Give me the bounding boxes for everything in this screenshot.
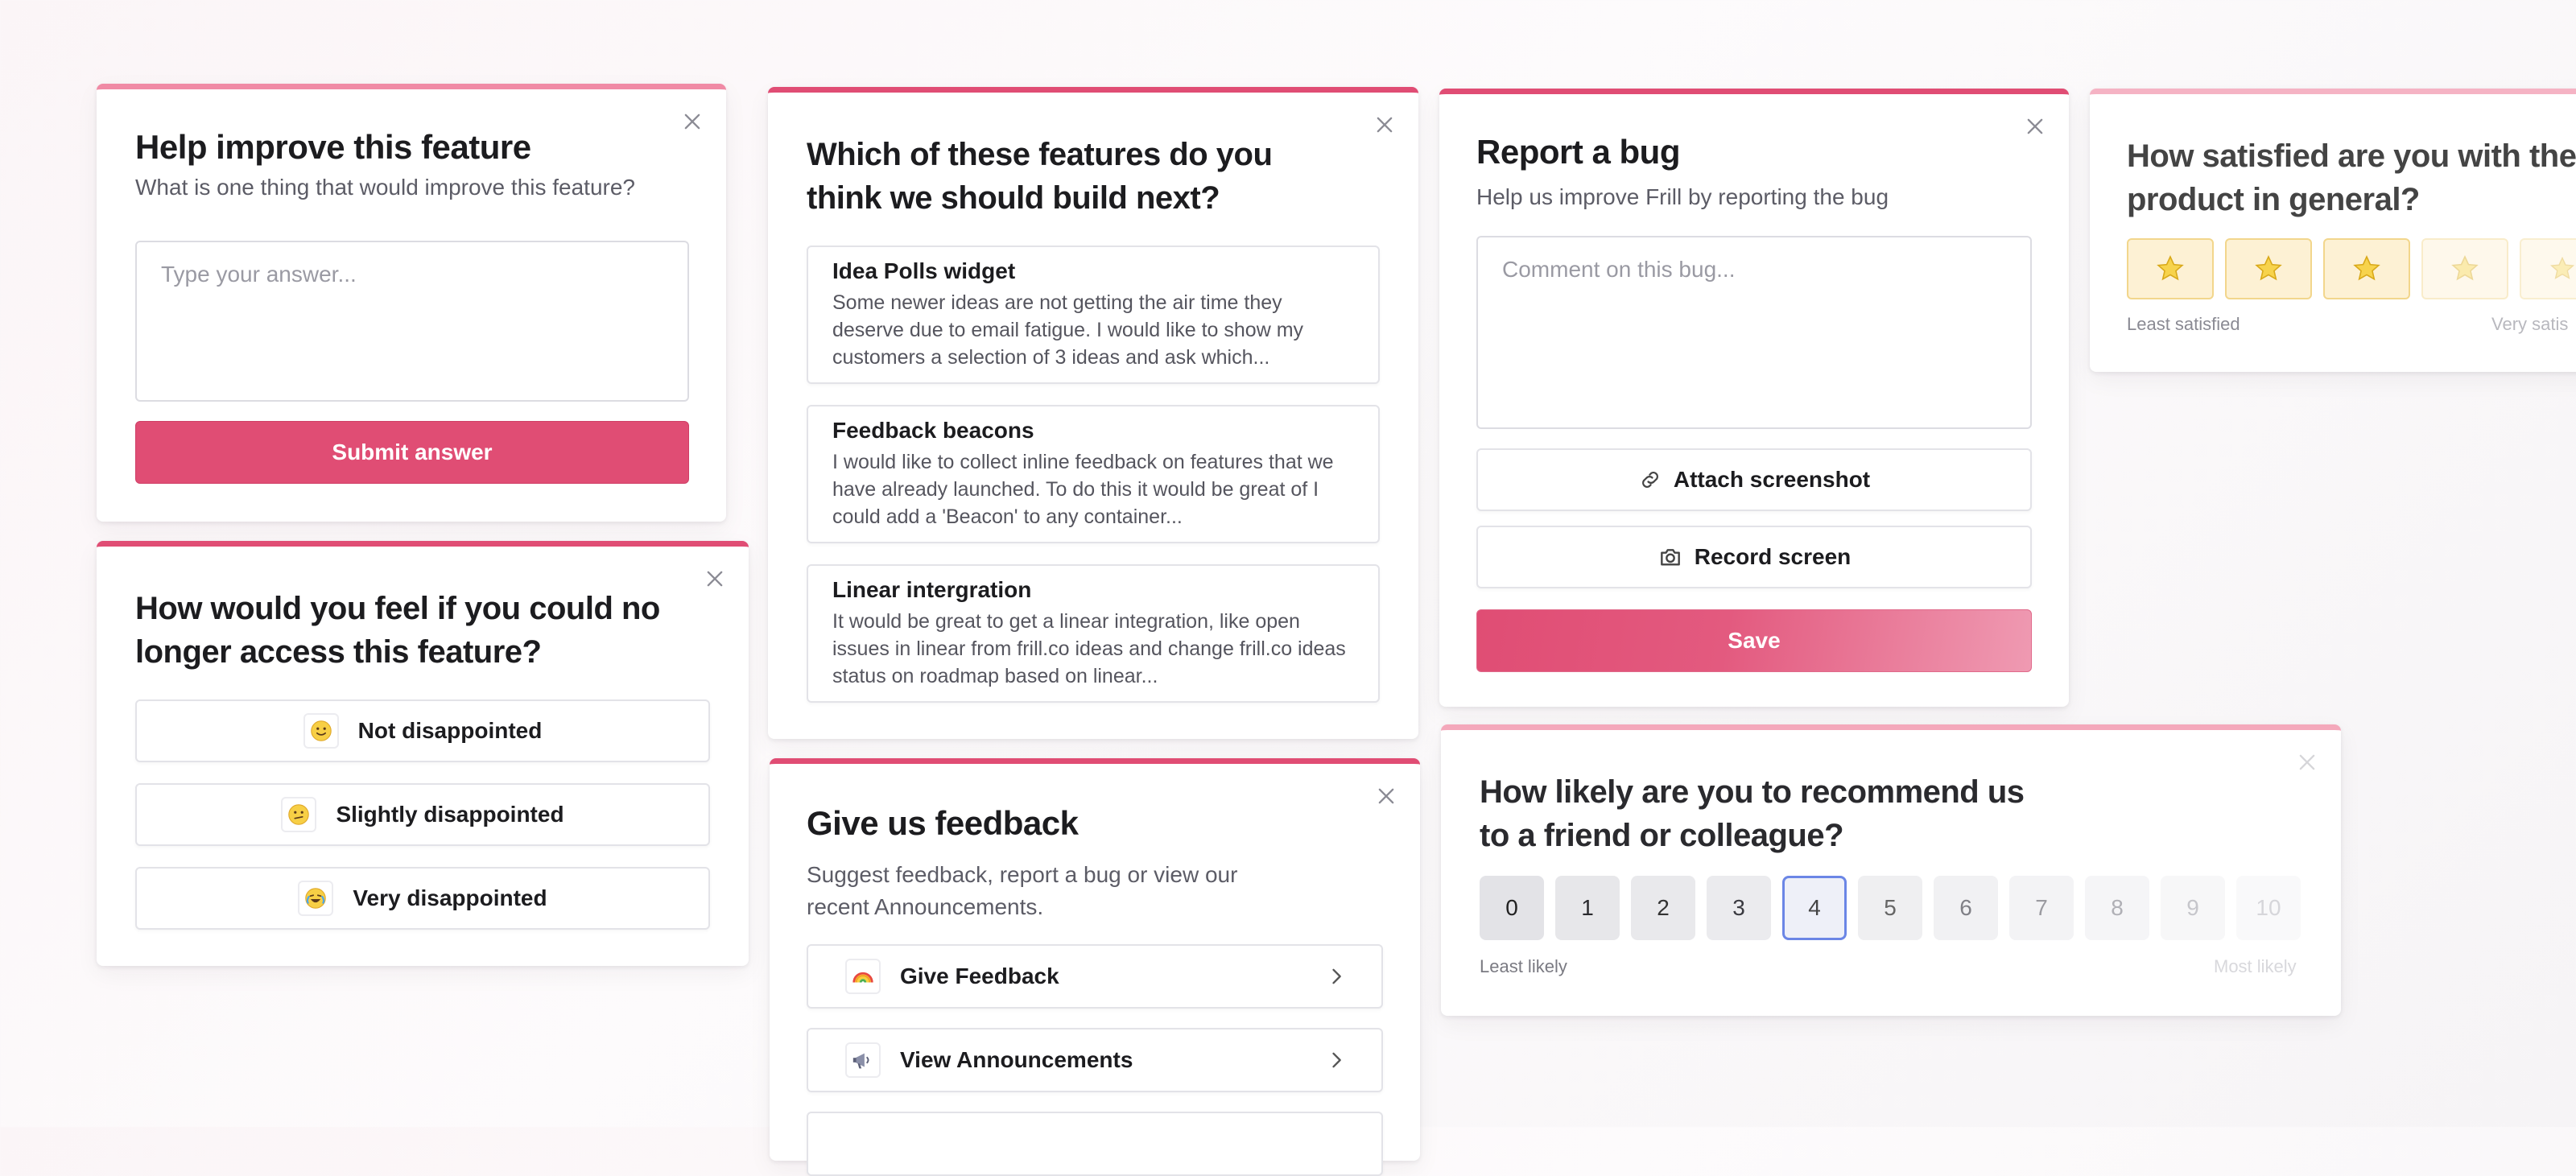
record-screen-button[interactable]: Record screen <box>1476 526 2032 588</box>
feature-description: I would like to collect inline feedback … <box>832 451 1334 528</box>
megaphone-icon <box>845 1042 881 1078</box>
nps-score-4[interactable]: 4 <box>1782 876 1847 940</box>
link-icon <box>1638 468 1662 492</box>
card-title: How would you feel if you could no longe… <box>135 591 660 670</box>
close-icon[interactable] <box>2296 751 2318 774</box>
nps-card: How likely are you to recommend us to a … <box>1441 724 2341 1016</box>
close-icon[interactable] <box>704 567 726 590</box>
feature-description: Some newer ideas are not getting the air… <box>832 291 1304 369</box>
feature-option[interactable]: Idea Polls widget Some newer ideas are n… <box>807 246 1380 384</box>
card-title: Report a bug <box>1476 133 1681 171</box>
card-title: Help improve this feature <box>135 128 531 166</box>
card-subtitle: Help us improve Frill by reporting the b… <box>1476 184 1889 209</box>
nps-score-6[interactable]: 6 <box>1934 876 1998 940</box>
pmf-survey-card: How would you feel if you could no longe… <box>97 541 749 966</box>
most-likely-label: Most likely <box>2214 956 2297 976</box>
least-likely-label: Least likely <box>1480 956 1567 976</box>
feature-description: It would be great to get a linear integr… <box>832 610 1346 687</box>
button-label: Record screen <box>1694 544 1852 569</box>
option-not-disappointed[interactable]: Not disappointed <box>135 699 710 762</box>
nps-score-3[interactable]: 3 <box>1707 876 1771 940</box>
feature-option[interactable]: Feedback beacons I would like to collect… <box>807 405 1380 543</box>
give-feedback-card: Give us feedback Suggest feedback, repor… <box>770 758 1420 1176</box>
button-label: Attach screenshot <box>1673 467 1871 492</box>
nps-score-2[interactable]: 2 <box>1631 876 1695 940</box>
answer-textarea[interactable]: Type your answer... <box>135 241 689 402</box>
camera-icon <box>1657 544 1683 570</box>
option-slightly-disappointed[interactable]: Slightly disappointed <box>135 783 710 846</box>
feature-title: Idea Polls widget <box>832 258 1016 283</box>
card-title: Give us feedback <box>807 804 1079 842</box>
partial-link-row[interactable] <box>807 1112 1383 1176</box>
option-label: Not disappointed <box>357 718 543 743</box>
feature-vote-card: Which of these features do you think we … <box>768 87 1418 739</box>
nps-score-9[interactable]: 9 <box>2161 876 2225 940</box>
card-title: How likely are you to recommend us to a … <box>1480 774 2025 853</box>
nps-score-7[interactable]: 7 <box>2009 876 2074 940</box>
attach-screenshot-button[interactable]: Attach screenshot <box>1476 448 2032 511</box>
close-icon[interactable] <box>2024 115 2046 138</box>
link-label: View Announcements <box>900 1047 1133 1072</box>
card-title: How satisfied are you with the product i… <box>2127 138 2576 217</box>
crying-laughing-face-icon <box>298 881 334 916</box>
nps-score-5[interactable]: 5 <box>1858 876 1922 940</box>
option-label: Slightly disappointed <box>336 802 564 827</box>
bug-comment-textarea[interactable]: Comment on this bug... <box>1476 236 2032 429</box>
feature-title: Feedback beacons <box>832 418 1034 443</box>
card-subtitle: What is one thing that would improve thi… <box>135 175 636 200</box>
link-label: Give Feedback <box>900 963 1059 988</box>
give-feedback-link[interactable]: Give Feedback <box>807 944 1383 1009</box>
slightly-smiling-face-icon <box>303 713 339 749</box>
nps-score-8[interactable]: 8 <box>2085 876 2149 940</box>
close-icon[interactable] <box>681 110 704 133</box>
feature-option[interactable]: Linear intergration It would be great to… <box>807 564 1380 703</box>
option-very-disappointed[interactable]: Very disappointed <box>135 867 710 930</box>
save-button[interactable]: Save <box>1476 609 2032 672</box>
feature-title: Linear intergration <box>832 577 1032 602</box>
option-label: Very disappointed <box>353 885 547 910</box>
chevron-right-icon <box>1325 1049 1348 1075</box>
rainbow-icon <box>845 959 881 994</box>
close-icon[interactable] <box>1375 785 1397 807</box>
card-subtitle: Suggest feedback, report a bug or view o… <box>807 862 1238 919</box>
nps-score-1[interactable]: 1 <box>1555 876 1620 940</box>
card-title: Which of these features do you think we … <box>807 137 1273 216</box>
improve-feature-card: Help improve this feature What is one th… <box>97 84 726 522</box>
submit-answer-button[interactable]: Submit answer <box>135 421 689 484</box>
chevron-right-icon <box>1325 965 1348 992</box>
confused-face-icon <box>281 797 317 832</box>
close-icon[interactable] <box>1373 113 1396 136</box>
view-announcements-link[interactable]: View Announcements <box>807 1028 1383 1092</box>
nps-score-0[interactable]: 0 <box>1480 876 1544 940</box>
report-bug-card: Report a bug Help us improve Frill by re… <box>1439 89 2069 707</box>
nps-score-10[interactable]: 10 <box>2236 876 2301 940</box>
csat-card: How satisfied are you with the product i… <box>2090 89 2576 372</box>
